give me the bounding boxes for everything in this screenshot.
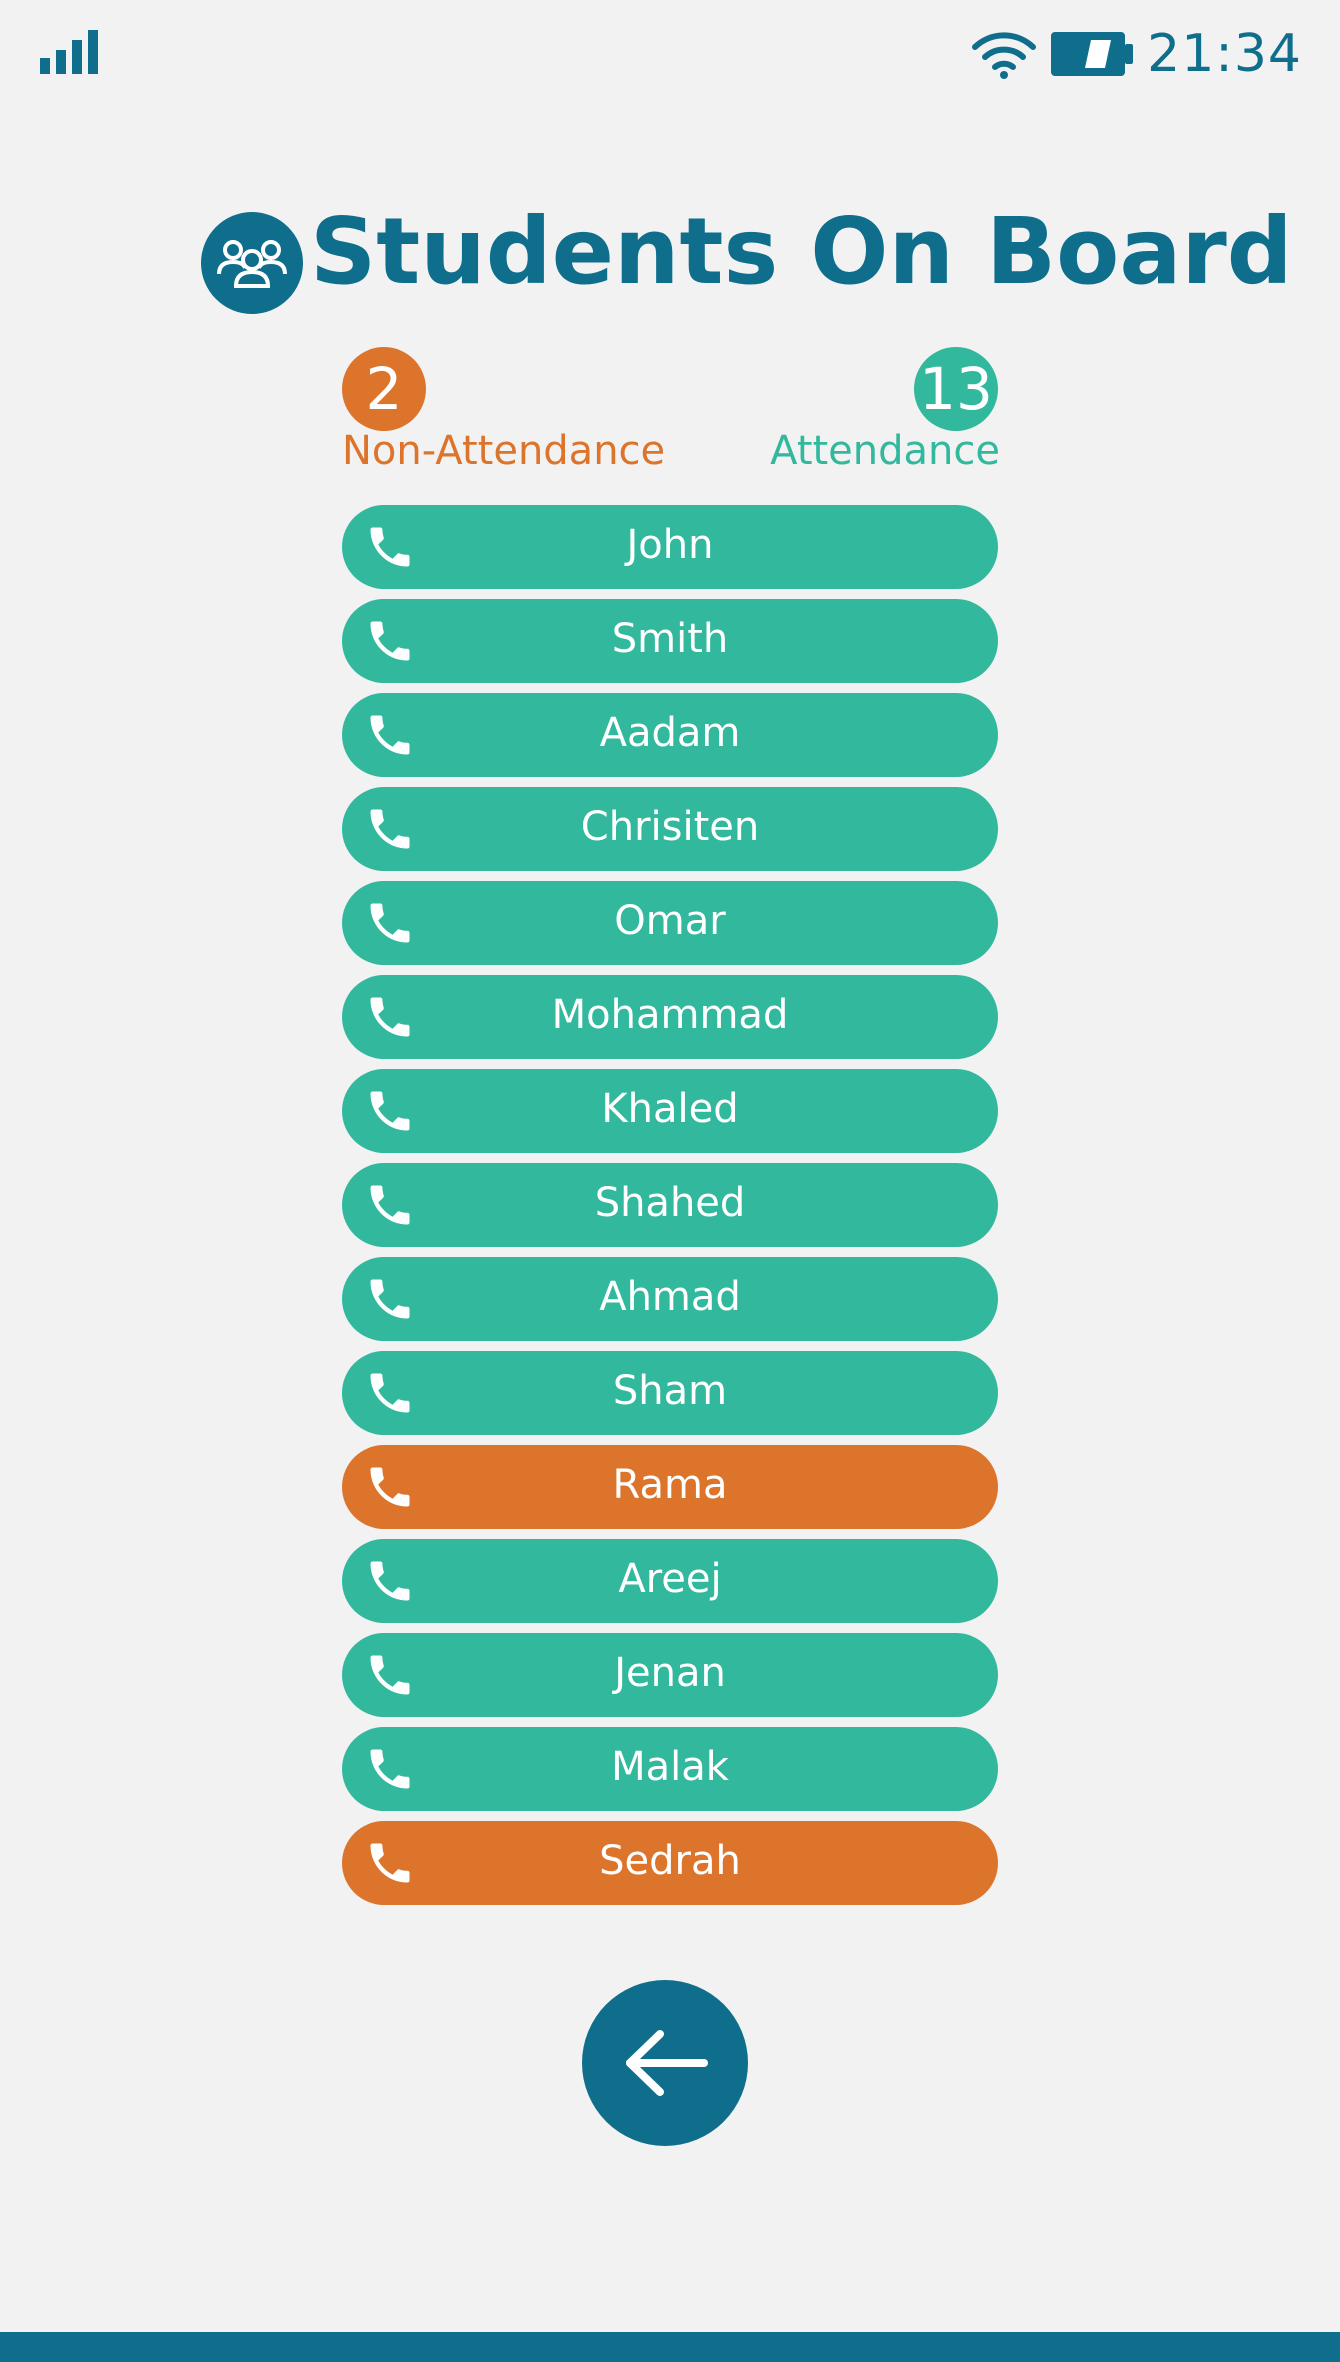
student-name: Jenan [614,1650,726,1696]
student-row[interactable]: Malak [342,1727,998,1811]
student-row[interactable]: Areej [342,1539,998,1623]
student-row[interactable]: Aadam [342,693,998,777]
footer-bar [0,2332,1340,2362]
student-name: Sedrah [599,1838,741,1884]
student-row[interactable]: John [342,505,998,589]
student-row[interactable]: Omar [342,881,998,965]
student-row[interactable]: Khaled [342,1069,998,1153]
battery-icon [1051,32,1134,76]
wifi-icon [972,32,1037,79]
attendance-count: 13 [914,347,998,431]
student-name: Mohammad [551,992,789,1038]
header: Students On Board [0,198,1340,318]
student-row[interactable]: Mohammad [342,975,998,1059]
status-bar: 21:34 [0,0,1340,110]
student-name: Sham [612,1368,728,1414]
student-name: Areej [618,1556,722,1602]
status-right: 21:34 [971,22,1302,86]
student-name: Rama [612,1462,728,1508]
student-name: Chrisiten [580,804,760,850]
student-list: John Smith Aadam Chrisiten Omar Mohammad… [342,505,998,1915]
student-name: Smith [611,616,729,662]
student-row[interactable]: Rama [342,1445,998,1529]
student-row[interactable]: Chrisiten [342,787,998,871]
student-name: Shahed [594,1180,746,1226]
student-row[interactable]: Shahed [342,1163,998,1247]
student-name: John [626,522,714,568]
student-row[interactable]: Sham [342,1351,998,1435]
back-button[interactable] [582,1980,748,2146]
attendance-label: Attendance [770,428,1000,474]
student-row[interactable]: Ahmad [342,1257,998,1341]
status-time: 21:34 [1147,24,1302,84]
student-name: Ahmad [599,1274,741,1320]
student-name: Khaled [601,1086,739,1132]
student-name: Omar [614,898,726,944]
student-row[interactable]: Jenan [342,1633,998,1717]
student-row[interactable]: Smith [342,599,998,683]
non-attendance-count: 2 [342,347,426,431]
student-name: Aadam [599,710,741,756]
page-title: Students On Board [310,198,1293,305]
student-row[interactable]: Sedrah [342,1821,998,1905]
group-icon [201,212,303,314]
arrow-left-icon [626,2030,708,2096]
signal-icon [40,30,98,74]
non-attendance-label: Non-Attendance [342,428,666,474]
student-name: Malak [611,1744,729,1790]
